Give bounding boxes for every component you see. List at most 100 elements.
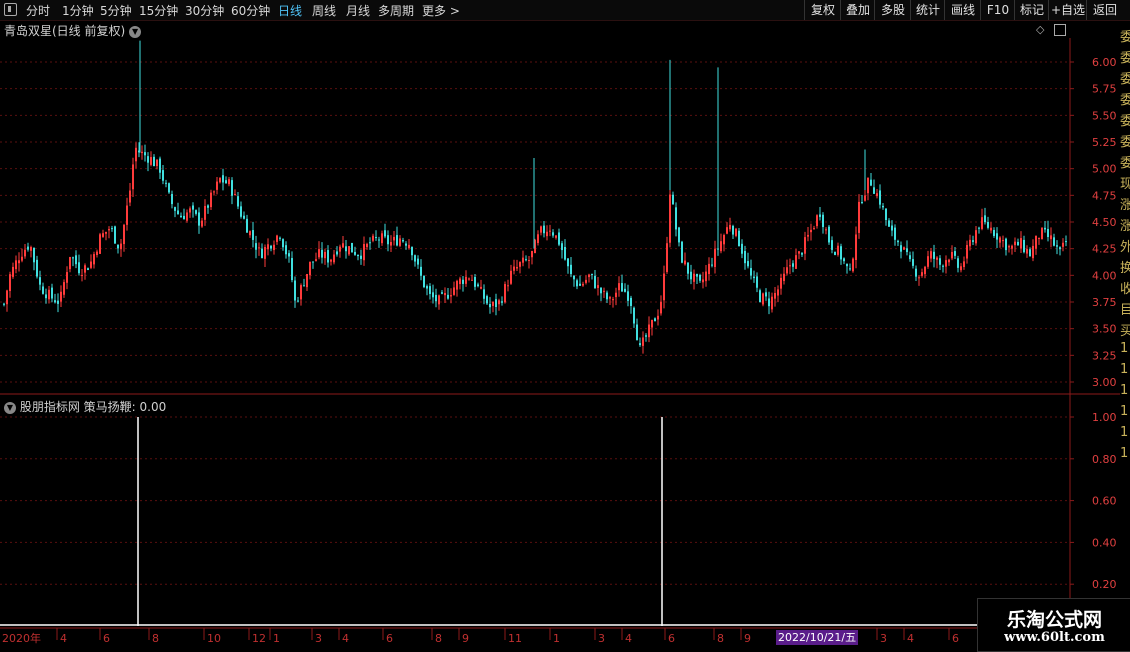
candle-body xyxy=(147,156,149,163)
candle-body xyxy=(741,243,743,254)
candle-body xyxy=(633,307,635,324)
candle-body xyxy=(606,292,608,300)
candle-body xyxy=(447,294,449,299)
candle-body xyxy=(543,225,545,234)
candle-body xyxy=(18,260,20,264)
candle-body xyxy=(771,296,773,310)
time-axis-label: 8 xyxy=(717,632,724,645)
candle-body xyxy=(768,298,770,307)
candle-body xyxy=(183,215,185,220)
right-strip-char: 委 xyxy=(1120,30,1130,45)
candle-body xyxy=(912,259,914,266)
candle-body xyxy=(930,251,932,259)
price-axis-label: 6.00 xyxy=(1092,56,1117,69)
candle-body xyxy=(453,287,455,295)
time-axis-label: 6 xyxy=(386,632,393,645)
candle-body xyxy=(75,255,77,265)
time-axis-label: 6 xyxy=(668,632,675,645)
candle-body xyxy=(510,270,512,284)
candle-body xyxy=(810,229,812,233)
candle-body xyxy=(672,194,674,205)
candle-body xyxy=(726,227,728,234)
candle-body xyxy=(756,276,758,288)
candle-body xyxy=(1011,245,1013,249)
candle-body xyxy=(855,234,857,261)
candle-body xyxy=(927,256,929,267)
candle-body xyxy=(357,254,359,257)
candle-body xyxy=(318,249,320,258)
candle-body xyxy=(102,233,104,237)
candle-body xyxy=(105,231,107,234)
time-axis-label: 10 xyxy=(207,632,221,645)
candle-body xyxy=(684,260,686,265)
candle-body xyxy=(180,215,182,218)
candle-body xyxy=(789,265,791,267)
candle-body xyxy=(240,206,242,217)
right-info-strip: 委委委委委委委现涨涨外换收目买111111 xyxy=(1120,22,1130,628)
right-strip-char: 1 xyxy=(1120,362,1129,377)
time-axis-label: 8 xyxy=(435,632,442,645)
candle-body xyxy=(327,250,329,263)
candle-body xyxy=(891,225,893,231)
candle-body xyxy=(246,218,248,233)
indicator-axis-label: 0.60 xyxy=(1092,495,1117,508)
candle-body xyxy=(798,251,800,254)
time-axis-label: 12 xyxy=(252,632,266,645)
candle-body xyxy=(1065,241,1067,243)
candle-body xyxy=(288,253,290,257)
candle-body xyxy=(993,230,995,236)
candle-body xyxy=(141,151,143,154)
candle-body xyxy=(549,230,551,232)
candle-body xyxy=(948,259,950,263)
indicator-axis-label: 0.40 xyxy=(1092,536,1117,549)
candle-body xyxy=(816,215,818,227)
candle-body xyxy=(813,228,815,230)
candle-body xyxy=(921,272,923,276)
candle-body xyxy=(282,239,284,248)
chart-canvas[interactable]: 6.00 5.75 5.50 5.25 5.00 4.75 4.50 4.25 4.00 3.75… xyxy=(0,0,1130,650)
candle-body xyxy=(420,266,422,276)
candle-body xyxy=(840,246,842,260)
candle-body xyxy=(300,285,302,300)
candle-body xyxy=(366,243,368,248)
candle-body xyxy=(477,284,479,287)
candle-body xyxy=(735,228,737,236)
candle-body xyxy=(486,296,488,304)
candle-body xyxy=(639,343,641,346)
chevron-down-icon[interactable]: ▼ xyxy=(4,401,16,414)
candle-body xyxy=(738,230,740,247)
candle-body xyxy=(918,277,920,279)
candle-body xyxy=(531,251,533,258)
candle-body xyxy=(513,266,515,271)
candle-body xyxy=(903,247,905,250)
right-strip-char: 1 xyxy=(1120,341,1129,356)
candle-body xyxy=(159,158,161,173)
candle-body xyxy=(81,275,83,277)
candle-body xyxy=(330,259,332,262)
candle-body xyxy=(561,243,563,251)
indicator-axis-label: 0.80 xyxy=(1092,453,1117,466)
candle-body xyxy=(345,246,347,252)
candle-body xyxy=(261,248,263,259)
right-strip-char: 1 xyxy=(1120,446,1129,461)
candle-body xyxy=(426,286,428,289)
candle-body xyxy=(198,212,200,226)
candle-body xyxy=(1050,235,1052,240)
candle-body xyxy=(177,210,179,215)
candle-body xyxy=(372,235,374,241)
candle-body xyxy=(933,251,935,259)
candle-body xyxy=(309,261,311,276)
candle-body xyxy=(732,225,734,235)
candle-body xyxy=(408,244,410,249)
candle-body xyxy=(666,243,668,272)
candle-body xyxy=(546,231,548,237)
candle-body xyxy=(363,243,365,261)
candle-body xyxy=(1062,242,1064,247)
candle-body xyxy=(588,274,590,278)
candle-body xyxy=(966,245,968,259)
candle-body xyxy=(54,300,56,303)
candle-body xyxy=(435,294,437,302)
candle-body xyxy=(438,295,440,305)
candle-body xyxy=(336,251,338,255)
candle-body xyxy=(969,239,971,247)
